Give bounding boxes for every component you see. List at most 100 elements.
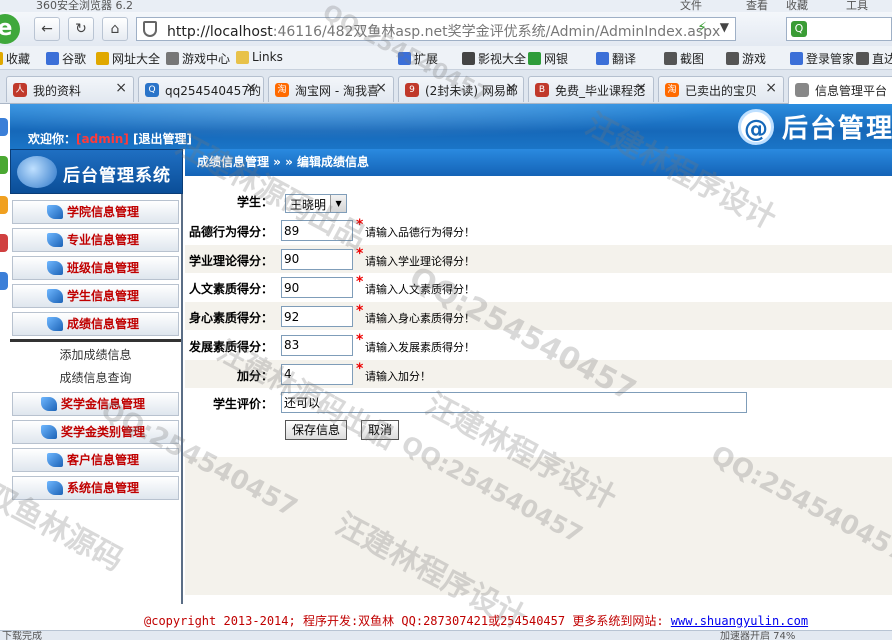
required-asterisk-icon: * [356,217,364,233]
favorite-label: 翻译 [612,52,637,66]
score-input[interactable] [281,248,353,270]
menu-item-icon [41,397,57,411]
favorite-8[interactable]: 翻译 [596,50,636,67]
address-url[interactable]: http://localhost:46116/482双鱼林asp.net奖学金评… [167,21,720,41]
home-button[interactable]: ⌂ [102,17,128,41]
close-icon[interactable]: × [115,80,127,96]
menu-view[interactable]: 查看 [746,0,768,12]
close-icon[interactable]: × [765,80,777,96]
cancel-button[interactable]: 取消 [361,420,400,440]
sidebar-item-label: 系统信息管理 [67,481,140,495]
sidebar-menu-item[interactable]: 班级信息管理 [12,256,179,280]
menu-file[interactable]: 文件 [680,0,702,12]
score-input[interactable] [281,306,353,328]
score-label: 品德行为得分： [188,225,273,239]
score-label: 发展素质得分： [188,339,273,354]
favorite-10[interactable]: 游戏 [726,50,766,67]
browser-tab-6[interactable]: 信息管理平台 [788,76,892,104]
back-button[interactable]: ← [34,17,60,41]
favorite-2[interactable]: 网址大全 [96,50,160,67]
footer-site-link[interactable]: www.shuangyulin.com [671,614,808,628]
favorite-3[interactable]: 游戏中心 [166,50,230,67]
favorite-6[interactable]: 影视大全 [462,50,526,67]
score-label: 身心素质得分： [188,311,273,326]
close-icon[interactable]: × [635,80,647,96]
form-row-score: 品德行为得分： *请输入品德行为得分！ [185,216,892,244]
welcome-text: 欢迎你：[admin] [退出管理] [28,130,192,147]
close-icon[interactable]: × [245,80,257,96]
tab-favicon-icon [795,83,809,97]
sidebar-menu-item[interactable]: 学生信息管理 [12,284,179,308]
key-icon [790,52,803,65]
score-input[interactable] [281,334,353,356]
favorite-7[interactable]: 网银 [528,50,568,67]
menu-item-icon [47,289,63,303]
sidebar-item-label: 学院信息管理 [67,205,140,219]
save-button[interactable]: 保存信息 [285,420,348,440]
sidebar-item-label: 奖学金信息管理 [61,397,146,411]
form-row-comment: 学生评价： [185,388,892,416]
refresh-button[interactable]: ↻ [68,17,94,41]
favorite-5[interactable]: 扩展 [398,50,438,67]
favorite-label: 网址大全 [112,52,161,66]
tab-label: 已卖出的宝贝 [685,84,758,98]
main-content: 成绩信息管理 » » 编辑成绩信息 学生： 王晓明 ▼ 品德行为得分：*请输入品… [185,149,892,604]
menu-favorites[interactable]: 收藏 [786,0,808,12]
sidebar-sub-item[interactable]: 成绩信息查询 [10,367,181,389]
tab-label: (2封未读) 网易邮 [425,84,518,98]
favorite-4[interactable]: Links [236,50,283,64]
favorite-label: 影视大全 [478,52,527,66]
browser-tab-0[interactable]: 人我的资料 × [6,76,134,102]
tab-favicon-icon: 人 [13,83,27,97]
favorite-11[interactable]: 登录管家 [790,50,854,67]
browser-title-bar: 360安全浏览器 6.2 文件 查看 收藏 工具 [0,0,892,12]
sidebar-menu-item[interactable]: 成绩信息管理 [12,312,179,336]
browser-tab-4[interactable]: B 免费_毕业课程范 × [528,76,654,102]
sidebar-menu-item[interactable]: 奖学金类别管理 [12,420,179,444]
required-asterisk-icon: * [356,331,364,348]
browser-tab-5[interactable]: 淘已卖出的宝贝 × [658,76,784,102]
side-strip-icon[interactable] [0,118,8,136]
comment-input[interactable] [281,392,747,413]
favorite-9[interactable]: 截图 [664,50,704,67]
comment-label: 学生评价： [212,397,273,411]
sidebar-menu-item[interactable]: 客户信息管理 [12,448,179,472]
score-input[interactable] [281,277,353,299]
menu-item-icon [47,233,63,247]
side-strip-icon[interactable] [0,196,8,214]
side-strip-icon[interactable] [0,156,8,174]
form-row-score: 学业理论得分： *请输入学业理论得分！ [185,244,892,273]
chevron-down-icon[interactable]: ▼ [720,20,729,34]
brand-logo-icon: @ [738,108,774,145]
favorite-0[interactable]: 收藏 [0,50,30,67]
search-box[interactable]: Q [786,17,892,41]
content-background [185,457,892,595]
browser-tab-2[interactable]: 淘淘宝网 - 淘我喜 × [268,76,394,102]
sidebar-menu-item[interactable]: 学院信息管理 [12,200,179,224]
sidebar-menu-item[interactable]: 系统信息管理 [12,476,179,500]
favorite-12[interactable]: 直达 [856,50,892,67]
required-asterisk-icon: * [356,274,364,291]
chevron-down-icon[interactable]: ▼ [330,195,347,212]
form-row-student: 学生： 王晓明 ▼ [185,186,892,214]
menu-tools[interactable]: 工具 [846,0,868,12]
side-strip-icon[interactable] [0,234,8,252]
side-strip-icon[interactable] [0,272,8,290]
logout-link[interactable]: [退出管理] [133,132,192,146]
close-icon[interactable]: × [505,80,517,96]
search-icon[interactable]: Q [791,21,807,37]
sidebar-menu-item[interactable]: 奖学金信息管理 [12,392,179,416]
close-icon[interactable]: × [375,80,387,96]
sidebar-menu-item[interactable]: 专业信息管理 [12,228,179,252]
browser-logo-icon[interactable]: e [0,14,20,44]
address-bar[interactable]: http://localhost:46116/482双鱼林asp.net奖学金评… [136,17,736,41]
favorite-1[interactable]: 谷歌 [46,50,86,67]
browser-tab-3[interactable]: 9 (2封未读) 网易邮 × [398,76,524,102]
sidebar-sub-item[interactable]: 添加成绩信息 [10,344,181,366]
score-input[interactable] [281,363,353,385]
student-select[interactable]: 王晓明 ▼ [285,194,348,213]
form-row-score: 加分： *请输入加分！ [185,359,892,388]
browser-tab-1[interactable]: Qqq254540457的 × [138,76,264,102]
score-input[interactable] [281,220,353,241]
bolt-icon[interactable]: ⚡ [697,20,707,36]
